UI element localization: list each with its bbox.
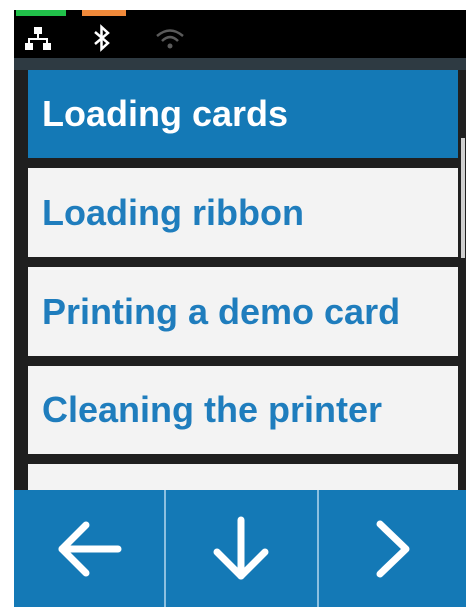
- green-status-indicator: [16, 10, 66, 16]
- scrollbar-thumb[interactable]: [461, 138, 465, 258]
- arrow-left-icon: [58, 521, 122, 576]
- menu-item-printing-demo-card[interactable]: Printing a demo card: [28, 267, 458, 356]
- back-button[interactable]: [14, 490, 164, 607]
- arrow-down-icon: [213, 516, 269, 579]
- wifi-icon: [155, 28, 185, 50]
- next-button[interactable]: [319, 490, 466, 607]
- printer-display: Loading cards Loading ribbon Printing a …: [14, 10, 466, 607]
- navigation-bar: [14, 490, 466, 607]
- menu-item-loading-ribbon[interactable]: Loading ribbon: [28, 168, 458, 257]
- menu-list: Loading cards Loading ribbon Printing a …: [14, 58, 466, 504]
- status-bar: [14, 10, 466, 58]
- bluetooth-icon: [92, 24, 112, 52]
- scrollbar-track: [460, 70, 466, 490]
- menu-item-cleaning-printer[interactable]: Cleaning the printer: [28, 366, 458, 454]
- menu-item-loading-cards[interactable]: Loading cards: [28, 70, 458, 158]
- chevron-right-icon: [376, 520, 409, 577]
- scroll-down-button[interactable]: [166, 490, 316, 607]
- orange-status-indicator: [82, 10, 126, 16]
- network-icon: [25, 26, 51, 52]
